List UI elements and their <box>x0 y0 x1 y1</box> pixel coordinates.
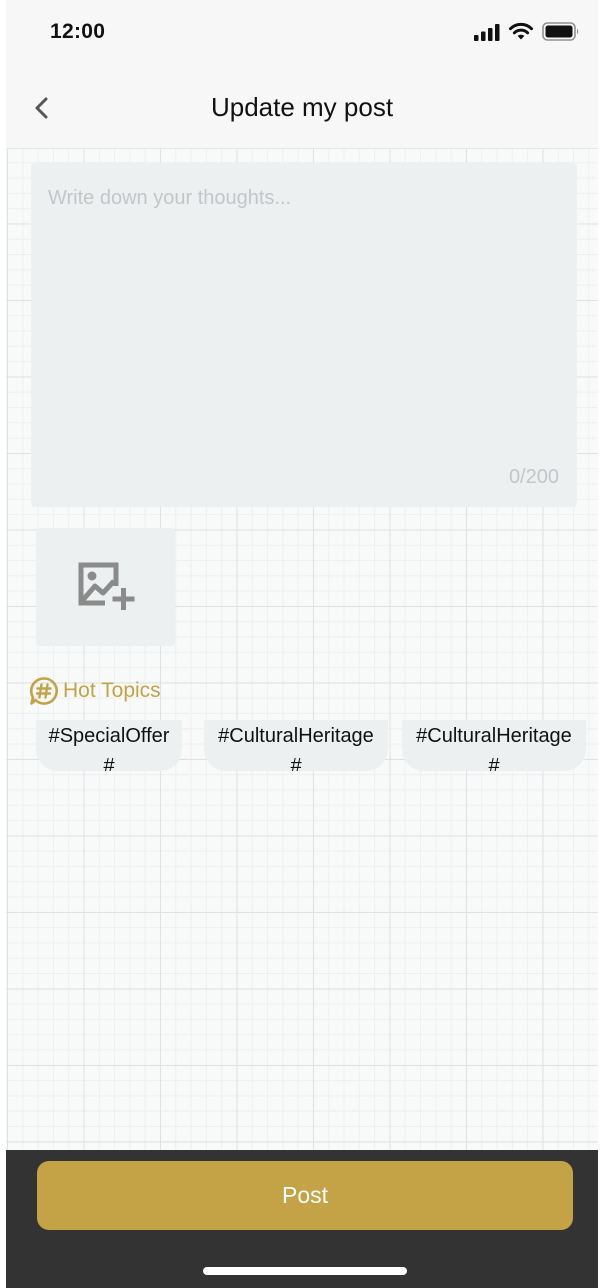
hot-topics-header: Hot Topics <box>29 676 161 706</box>
bottom-bar: Post <box>6 1150 598 1288</box>
status-icons <box>474 22 580 46</box>
post-content-input[interactable] <box>31 163 577 507</box>
topic-chip[interactable]: #CulturalHeritage # <box>204 720 388 771</box>
hot-topics-label: Hot Topics <box>63 679 161 702</box>
image-add-icon <box>78 562 134 610</box>
topic-chip-label: # <box>103 755 115 771</box>
post-button[interactable]: Post <box>37 1161 573 1230</box>
status-time: 12:00 <box>50 20 106 43</box>
hashtag-chat-icon <box>29 677 58 705</box>
add-image-button[interactable] <box>36 528 175 646</box>
home-indicator[interactable] <box>203 1267 407 1275</box>
post-editor: 0/200 <box>31 163 577 507</box>
page-title: Update my post <box>210 92 394 122</box>
signal-icon <box>474 23 500 46</box>
navbar: Update my post <box>6 70 598 149</box>
topic-chip-label: # <box>488 755 500 771</box>
wifi-icon <box>508 22 534 46</box>
topic-chip-label: #CulturalHeritage <box>416 725 572 747</box>
topic-chip-label: #SpecialOffer <box>48 725 170 747</box>
app-screen: 12:00 Update my post Write down your tho… <box>6 0 598 1288</box>
status-bar: 12:00 <box>6 0 598 70</box>
char-counter: 0/200 <box>508 466 559 488</box>
topic-chip[interactable]: #CulturalHeritage # <box>402 720 586 771</box>
battery-icon <box>542 22 580 46</box>
topic-chip-label: #CulturalHeritage <box>218 725 374 747</box>
topic-chip-label: # <box>290 755 302 771</box>
topics-list: #SpecialOffer # #CulturalHeritage # #Cul… <box>6 720 598 772</box>
topic-chip[interactable]: #SpecialOffer # <box>36 720 182 771</box>
